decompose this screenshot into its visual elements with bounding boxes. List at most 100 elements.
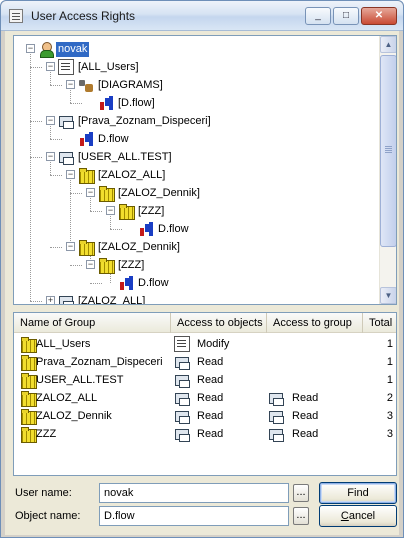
tree-node[interactable]: − [ZALOZ_Dennik] bbox=[14, 238, 380, 256]
access-group-cell bbox=[292, 335, 362, 353]
title-bar[interactable]: User Access Rights _ □ ✕ bbox=[1, 1, 403, 31]
access-objects-cell: Read bbox=[197, 356, 224, 368]
group-icon bbox=[174, 372, 190, 388]
tree-node[interactable]: D.flow bbox=[14, 220, 380, 238]
collapse-icon[interactable]: − bbox=[66, 80, 75, 89]
tree-node[interactable]: − [USER_ALL.TEST] bbox=[14, 148, 380, 166]
scroll-thumb[interactable] bbox=[380, 55, 396, 247]
close-button[interactable]: ✕ bbox=[361, 7, 397, 25]
tree-connector-line bbox=[90, 211, 102, 212]
group-list[interactable]: Name of Group Access to objects Access t… bbox=[13, 312, 397, 476]
tree-node[interactable]: − [ZZZ] bbox=[14, 256, 380, 274]
flow-icon bbox=[118, 275, 134, 291]
tree-node[interactable]: − [ZALOZ_ALL] bbox=[14, 166, 380, 184]
folder-icon bbox=[20, 390, 37, 407]
tree-node[interactable]: − [ALL_Users] bbox=[14, 58, 380, 76]
maximize-button[interactable]: □ bbox=[333, 7, 359, 25]
tree-connector-line bbox=[30, 67, 42, 68]
tree-node-label[interactable]: [ZALOZ_Dennik] bbox=[96, 240, 182, 255]
collapse-icon[interactable]: − bbox=[86, 260, 95, 269]
tree-node-label[interactable]: D.flow bbox=[96, 132, 131, 147]
browse-object-button[interactable]: ... bbox=[293, 507, 309, 525]
list-row[interactable]: ZALOZ_Dennik Read Read 3 bbox=[14, 407, 396, 425]
tree-node-label[interactable]: [USER_ALL.TEST] bbox=[76, 150, 174, 165]
user-icon bbox=[38, 41, 54, 58]
flow-icon bbox=[138, 221, 154, 237]
tree-node-label[interactable]: novak bbox=[56, 42, 90, 57]
access-group-cell: Read bbox=[292, 410, 319, 422]
cancel-button[interactable]: Cancel bbox=[319, 505, 397, 527]
collapse-icon[interactable]: − bbox=[86, 188, 95, 197]
list-row[interactable]: ZALOZ_ALL Read Read 2 bbox=[14, 389, 396, 407]
group-name-cell: ALL_Users bbox=[36, 338, 91, 350]
list-row[interactable]: ALL_Users Modify 1 bbox=[14, 335, 396, 353]
tree-vertical-scrollbar[interactable]: ▲ ▼ bbox=[379, 36, 396, 304]
tree-node-label[interactable]: [ZZZ] bbox=[116, 258, 146, 273]
browse-user-button[interactable]: ... bbox=[293, 484, 309, 502]
folder-icon bbox=[20, 354, 37, 371]
tree-connector-line bbox=[50, 175, 62, 176]
folder-icon bbox=[20, 372, 37, 389]
scroll-down-arrow-icon[interactable]: ▼ bbox=[380, 287, 396, 304]
tree-node-label[interactable]: [D.flow] bbox=[116, 96, 157, 111]
tree-node[interactable]: − [DIAGRAMS] bbox=[14, 76, 380, 94]
tree-node[interactable]: D.flow bbox=[14, 274, 380, 292]
group-icon bbox=[58, 149, 74, 165]
tree-connector-line bbox=[30, 157, 42, 158]
collapse-icon[interactable]: − bbox=[66, 242, 75, 251]
expand-icon[interactable]: + bbox=[46, 296, 55, 304]
sheet-icon bbox=[9, 9, 23, 23]
group-icon bbox=[268, 390, 284, 406]
list-row[interactable]: Prava_Zoznam_Dispeceri Read 1 bbox=[14, 353, 396, 371]
tree-node-label[interactable]: D.flow bbox=[136, 276, 171, 291]
access-tree[interactable]: − novak − [ALL_Users] − [DIAGRAMS] [D.flow] − [P… bbox=[13, 35, 397, 305]
column-header-access-group[interactable]: Access to group bbox=[267, 313, 363, 333]
scroll-up-arrow-icon[interactable]: ▲ bbox=[380, 36, 396, 53]
tree-connector-line bbox=[70, 103, 82, 104]
sheet-icon bbox=[174, 336, 190, 352]
tree-node[interactable]: D.flow bbox=[14, 130, 380, 148]
collapse-icon[interactable]: − bbox=[46, 62, 55, 71]
tree-connector-line bbox=[50, 247, 62, 248]
tree-node-label[interactable]: D.flow bbox=[156, 222, 191, 237]
tree-node[interactable]: + [ZALOZ_ALL] bbox=[14, 292, 380, 304]
minimize-button[interactable]: _ bbox=[305, 7, 331, 25]
tree-node[interactable]: [D.flow] bbox=[14, 94, 380, 112]
tree-connector-line bbox=[70, 193, 82, 194]
column-header-total[interactable]: Total bbox=[363, 313, 396, 333]
total-cell: 2 bbox=[386, 392, 393, 404]
folder-icon bbox=[20, 336, 37, 353]
collapse-icon[interactable]: − bbox=[26, 44, 35, 53]
user-name-input[interactable] bbox=[99, 483, 289, 503]
collapse-icon[interactable]: − bbox=[106, 206, 115, 215]
group-icon bbox=[268, 426, 284, 442]
tree-node-label[interactable]: [ZZZ] bbox=[136, 204, 166, 219]
tree-node[interactable]: − novak bbox=[14, 40, 380, 58]
tree-node[interactable]: − [ZZZ] bbox=[14, 202, 380, 220]
splitter-handle[interactable] bbox=[13, 307, 397, 311]
tree-node-label[interactable]: [ALL_Users] bbox=[76, 60, 141, 75]
find-button[interactable]: Find bbox=[319, 482, 397, 504]
folder-icon bbox=[98, 257, 115, 274]
list-header: Name of Group Access to objects Access t… bbox=[14, 313, 396, 333]
access-objects-cell: Read bbox=[197, 392, 224, 404]
tree-node-label[interactable]: [DIAGRAMS] bbox=[96, 78, 165, 93]
column-header-name[interactable]: Name of Group bbox=[14, 313, 171, 333]
object-name-input[interactable] bbox=[99, 506, 289, 526]
group-icon bbox=[268, 408, 284, 424]
tree-node-label[interactable]: [ZALOZ_ALL] bbox=[96, 168, 167, 183]
tree-node-label[interactable]: [ZALOZ_ALL] bbox=[76, 294, 147, 304]
tree-connector-line bbox=[70, 265, 82, 266]
list-row[interactable]: ZZZ Read Read 3 bbox=[14, 425, 396, 443]
collapse-icon[interactable]: − bbox=[46, 116, 55, 125]
tree-node-label[interactable]: [ZALOZ_Dennik] bbox=[116, 186, 202, 201]
total-cell: 1 bbox=[386, 374, 393, 386]
tree-node[interactable]: − [Prava_Zoznam_Dispeceri] bbox=[14, 112, 380, 130]
group-icon bbox=[174, 408, 190, 424]
column-header-access-objects[interactable]: Access to objects bbox=[171, 313, 267, 333]
collapse-icon[interactable]: − bbox=[46, 152, 55, 161]
tree-node[interactable]: − [ZALOZ_Dennik] bbox=[14, 184, 380, 202]
tree-node-label[interactable]: [Prava_Zoznam_Dispeceri] bbox=[76, 114, 213, 129]
collapse-icon[interactable]: − bbox=[66, 170, 75, 179]
list-row[interactable]: USER_ALL.TEST Read 1 bbox=[14, 371, 396, 389]
